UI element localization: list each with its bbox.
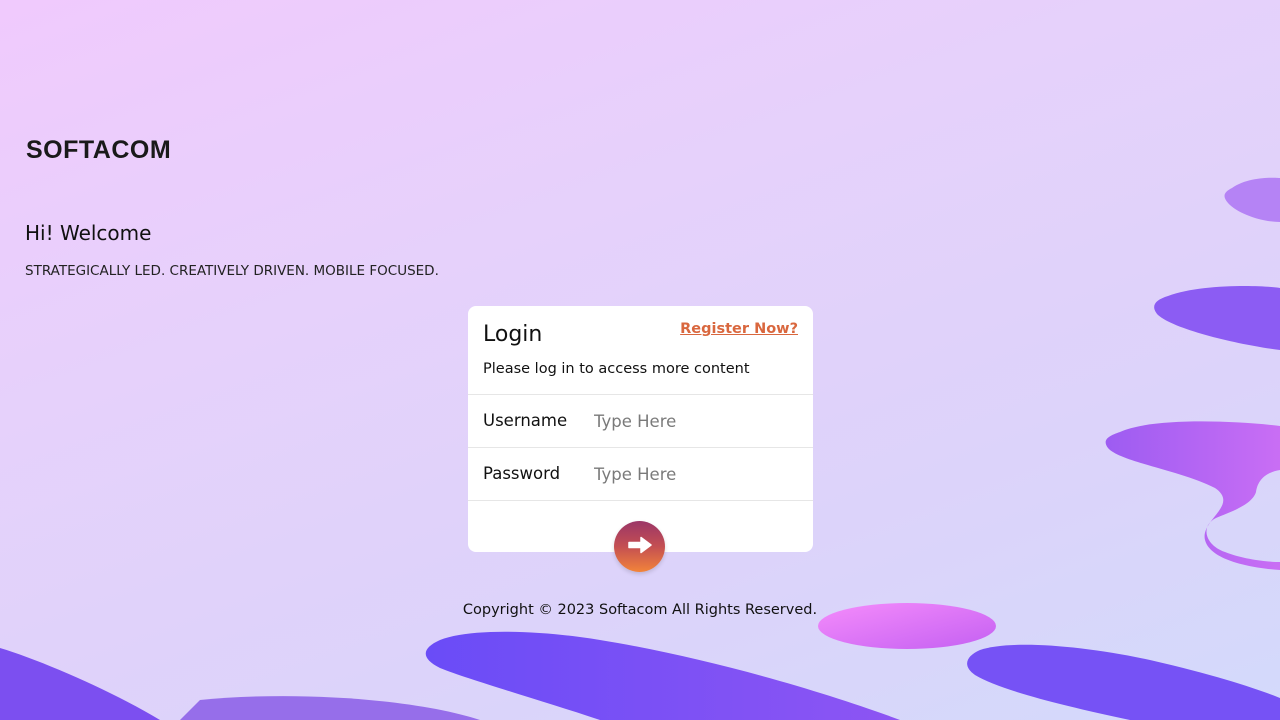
username-label: Username bbox=[483, 411, 568, 430]
welcome-heading: Hi! Welcome bbox=[25, 221, 152, 245]
register-link[interactable]: Register Now? bbox=[680, 321, 798, 337]
brand-logo: SOFTACOM bbox=[26, 136, 172, 164]
password-input[interactable] bbox=[588, 458, 810, 490]
password-row: Password bbox=[468, 448, 813, 501]
username-row: Username bbox=[468, 395, 813, 448]
username-input[interactable] bbox=[588, 405, 810, 437]
login-card: Login Register Now? Please log in to acc… bbox=[468, 306, 813, 552]
password-label: Password bbox=[483, 464, 561, 483]
login-card-header: Login Register Now? Please log in to acc… bbox=[468, 306, 813, 395]
login-subtitle: Please log in to access more content bbox=[483, 361, 750, 377]
arrow-right-icon bbox=[626, 535, 654, 559]
login-submit-button[interactable] bbox=[614, 521, 665, 572]
tagline: STRATEGICALLY LED. CREATIVELY DRIVEN. MO… bbox=[25, 263, 439, 279]
login-title: Login bbox=[483, 322, 543, 347]
copyright-text: Copyright © 2023 Softacom All Rights Res… bbox=[462, 602, 818, 618]
